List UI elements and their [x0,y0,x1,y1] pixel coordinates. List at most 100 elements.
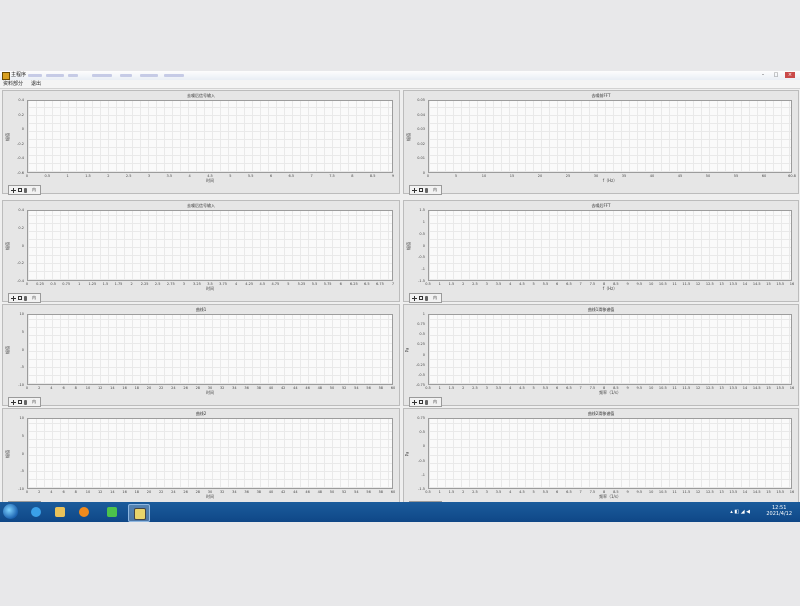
x-tick-label: 18 [134,386,140,390]
zoom-icon[interactable] [18,296,22,300]
y-tick-label: 0 [21,243,24,248]
plot-area[interactable] [27,210,393,281]
plot-area[interactable] [27,418,393,489]
zoom-icon[interactable] [419,400,423,404]
x-tick-label: 6.5 [364,282,370,286]
x-tick-label: 9.5 [636,282,643,286]
chart-panel: 曲线2 10 5 0 -5 -10 幅值 0 2 4 6 8 10 12 14 16 18 20 22 24 26 28 3… [2,408,400,511]
y-tick-label: 0 [422,243,425,248]
maximize-button[interactable]: □ [771,72,781,78]
zoom-icon[interactable] [18,400,22,404]
x-tick-label: 3 [147,174,151,178]
y-axis-label: Pa [404,451,410,456]
x-tick-label: 44 [293,386,298,390]
x-tick-label: 14 [110,386,115,390]
graph-palette[interactable]: 内 [8,397,41,407]
x-tick-label: 6.25 [349,282,358,286]
x-tick-label: 10 [85,490,91,494]
pan-icon[interactable] [425,187,428,193]
x-tick-label: 8 [74,386,77,390]
x-tick-label: 4 [188,174,191,178]
x-tick-label: 22 [158,490,164,494]
x-tick-label: 10 [648,490,654,494]
graph-palette[interactable]: 内 [8,185,41,195]
crosshair-icon[interactable] [11,187,16,193]
window-title: 主程序 [11,72,27,78]
pan-icon[interactable] [24,187,27,193]
menu-item-exit[interactable]: 退出 [31,80,41,88]
x-tick-label: 50 [329,490,335,494]
x-tick-label: 15.5 [776,490,785,494]
media-player-icon[interactable] [74,504,94,520]
plot-area[interactable] [27,100,393,173]
y-axis-label: 幅值 [5,132,10,141]
graph-palette[interactable]: 内 [8,293,41,303]
x-tick-label: 1.5 [448,282,455,286]
y-tick-label: 5 [21,329,24,334]
y-tick-label: 0.5 [419,332,425,337]
menu-item-data[interactable]: 资料部分 [3,80,23,88]
y-tick-label: 1.5 [419,208,425,212]
y-tick-label: 0 [21,127,24,132]
x-tick-label: 35 [621,174,627,178]
x-tick-label: 0.5 [50,282,56,286]
graph-palette[interactable]: 内 [409,185,442,195]
wechat-icon[interactable] [102,504,122,520]
y-tick-label: -10 [18,383,24,387]
y-tick-label: 0.04 [417,112,425,117]
system-tray[interactable]: ▴ ◧ ◢ ◀ [730,509,750,515]
plot-area[interactable] [428,418,792,489]
x-tick-label: 13.5 [729,282,738,286]
labview-icon[interactable] [128,504,150,522]
x-tick-label: 0.5 [425,490,431,494]
crosshair-icon[interactable] [11,295,16,301]
y-axis: 10 5 0 -5 -10 [14,416,24,491]
x-tick-label: 3 [485,282,488,286]
start-button[interactable] [3,504,18,519]
pan-icon[interactable] [425,399,428,405]
x-tick-label: 11 [672,386,677,390]
x-tick-label: 2 [38,490,41,494]
plot-area[interactable] [27,314,393,385]
folder-icon[interactable] [50,504,70,520]
plot-area[interactable] [428,210,792,281]
pan-icon[interactable] [24,399,27,405]
y-tick-label: 10 [19,312,24,316]
crosshair-icon[interactable] [11,399,16,405]
y-axis-label: 幅值 [5,241,10,250]
zoom-icon[interactable] [419,296,423,300]
crosshair-icon[interactable] [412,295,417,301]
y-axis: 0.05 0.04 0.03 0.02 0.01 0 [415,98,425,175]
crosshair-icon[interactable] [412,399,417,405]
close-button[interactable]: × [785,72,795,78]
y-tick-label: -1.5 [418,279,425,283]
plot-area[interactable] [428,100,792,173]
x-tick-label: 7 [579,490,582,494]
plot-area[interactable] [428,314,792,385]
pan-icon[interactable] [24,295,27,301]
graph-palette[interactable]: 内 [409,397,442,407]
x-tick-label: 2.5 [472,282,478,286]
crosshair-icon[interactable] [412,187,417,193]
ie-icon[interactable] [26,504,46,520]
x-tick-label: 10 [481,174,487,178]
application-window: 主程序 – □ × 资料部分 退出 去噪后信号输入 0.4 0.2 0 -0.2 -0.4… [0,71,800,511]
graph-palette[interactable]: 内 [409,293,442,303]
x-tick-label: 3.5 [495,386,502,390]
x-tick-label: 2.5 [472,386,478,390]
x-tick-label: 56 [366,490,371,494]
zoom-icon[interactable] [18,188,22,192]
x-tick-label: 40 [649,174,655,178]
x-tick-label: 6.75 [376,282,384,286]
clock[interactable]: 12:51 2021/4/12 [766,505,792,517]
x-tick-label: 36 [244,490,249,494]
x-tick-label: 50 [329,386,335,390]
y-tick-label: -0.6 [17,171,24,175]
x-tick-label: 9.5 [636,386,643,390]
pan-icon[interactable] [425,295,428,301]
minimize-button[interactable]: – [758,72,768,78]
zoom-icon[interactable] [419,188,423,192]
x-tick-label: 26 [183,386,188,390]
y-tick-label: 1 [422,312,425,316]
y-tick-label: -0.5 [418,255,425,260]
